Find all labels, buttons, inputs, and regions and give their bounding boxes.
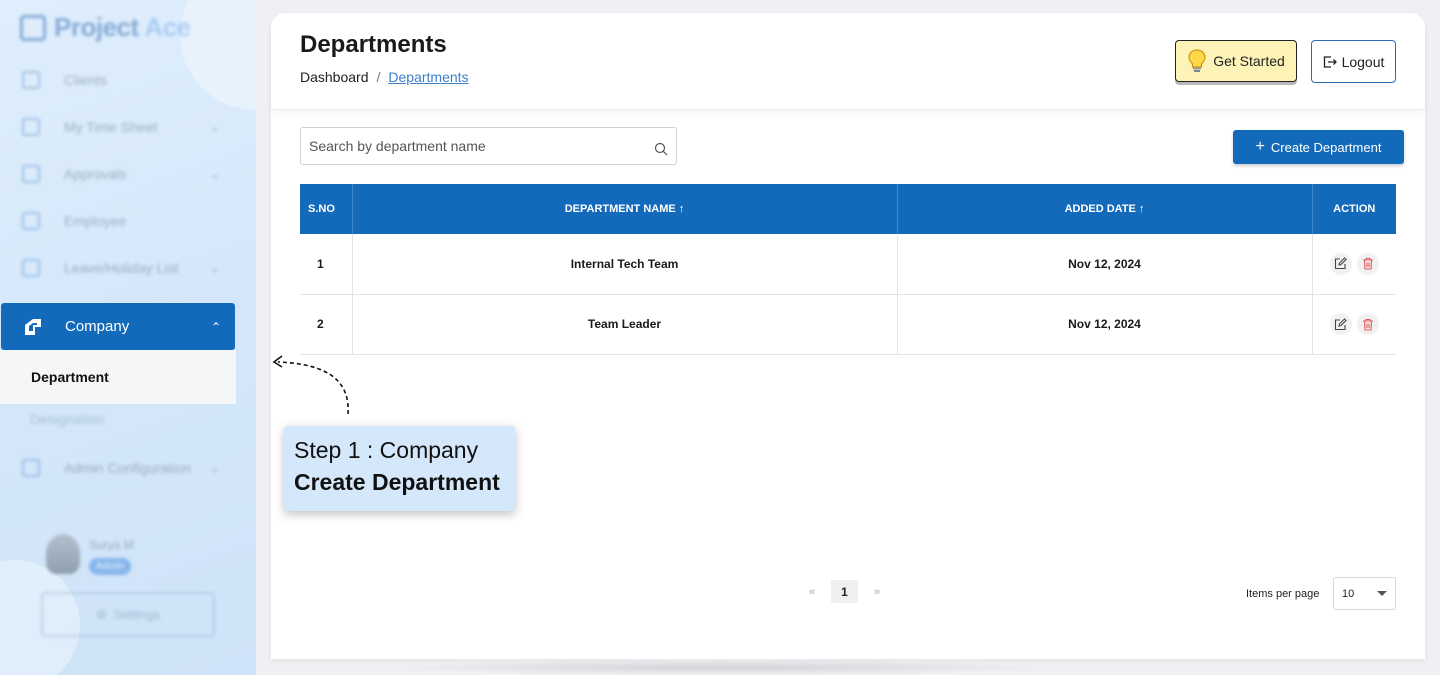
user-role-badge: Admin (89, 558, 132, 575)
cell-sno: 2 (300, 294, 353, 355)
footer-shadow (380, 660, 1060, 675)
clients-icon (22, 71, 40, 89)
page-header: Departments Dashboard / Departments Get … (271, 13, 1425, 110)
chevron-down-icon: ⌄ (209, 461, 221, 475)
create-department-label: Create Department (1270, 139, 1382, 155)
pagination-next[interactable]: » (870, 586, 884, 598)
cell-added-date: Nov 12, 2024 (897, 294, 1313, 355)
breadcrumb: Dashboard / Departments (300, 69, 469, 85)
sidebar-item-label: Company (65, 318, 130, 335)
column-header-added-date[interactable]: ADDED DATE ↑ (897, 184, 1313, 234)
tour-arrow-icon (272, 355, 349, 415)
chevron-up-icon: ⌃ (210, 319, 221, 334)
sidebar-subitem-department[interactable]: Department (0, 350, 236, 404)
tour-step-label: Step 1 : Company (294, 437, 479, 463)
sidebar-item-my-time-sheet[interactable]: My Time Sheet ⌄ (22, 115, 222, 139)
timesheet-icon (22, 118, 40, 136)
get-started-button[interactable]: Get Started (1175, 40, 1297, 82)
chevron-down-icon: ⌄ (209, 261, 221, 275)
app-logo[interactable]: Project Ace (20, 12, 191, 43)
pagination-prev[interactable]: « (805, 586, 819, 598)
sidebar-item-clients[interactable]: Clients (22, 68, 222, 92)
edit-button[interactable] (1329, 313, 1352, 335)
main-panel: Departments Dashboard / Departments Get … (271, 13, 1425, 659)
sidebar-item-label: Admin Configuration (64, 460, 191, 476)
leave-icon (22, 259, 40, 277)
edit-icon (1335, 257, 1348, 270)
edit-icon (1335, 317, 1348, 330)
sidebar-item-label: Approvals (64, 166, 127, 182)
sidebar-subitem-designation[interactable]: Designation (30, 411, 104, 427)
user-name: Surya M (89, 538, 134, 552)
pagination: « 1 » (805, 580, 884, 603)
cell-sno: 1 (300, 234, 353, 295)
search-icon[interactable] (654, 142, 668, 156)
logout-icon (1323, 55, 1337, 68)
sidebar-item-label: Employee (64, 213, 127, 229)
user-profile[interactable]: Surya M Admin (44, 532, 224, 584)
items-per-page-value: 10 (1342, 587, 1355, 600)
logo-text: Project Ace (54, 12, 191, 42)
admin-config-icon (22, 459, 40, 477)
search-input[interactable] (309, 138, 654, 154)
logout-button[interactable]: Logout (1311, 40, 1396, 83)
avatar (46, 534, 80, 574)
sidebar-item-label: My Time Sheet (64, 119, 158, 135)
sidebar-item-leave-holiday-list[interactable]: Leave/Holiday List ⌄ (22, 256, 222, 280)
column-header-department-name[interactable]: DEPARTMENT NAME ↑ (352, 184, 898, 234)
breadcrumb-separator: / (376, 69, 381, 85)
pagination-page-current[interactable]: 1 (831, 580, 858, 603)
tour-tooltip[interactable]: Step 1 : Company Create Department (284, 426, 515, 511)
sidebar-item-label: Leave/Holiday List (64, 260, 179, 276)
lightbulb-icon (1188, 49, 1206, 72)
get-started-label: Get Started (1213, 53, 1285, 69)
company-icon (25, 318, 41, 335)
plus-icon: + (1255, 138, 1265, 155)
tour-step-title: Create Department (294, 469, 500, 495)
logout-label: Logout (1341, 53, 1385, 70)
sidebar-subitem-label: Department (31, 369, 109, 385)
sidebar-item-company[interactable]: Company ⌃ (1, 303, 235, 350)
search-box (300, 127, 677, 165)
table-header-row: S.NO DEPARTMENT NAME ↑ ADDED DATE ↑ ACTI… (300, 184, 1396, 234)
cell-department-name: Team Leader (352, 294, 898, 355)
table-row: 2 Team Leader Nov 12, 2024 (300, 294, 1396, 355)
calendar-icon (22, 165, 40, 183)
delete-button[interactable] (1356, 313, 1379, 335)
sidebar: Project Ace Clients My Time Sheet ⌄ Appr… (0, 0, 256, 675)
sidebar-item-approvals[interactable]: Approvals ⌄ (22, 162, 222, 186)
sidebar-item-employee[interactable]: Employee (22, 209, 222, 233)
logo-mark-icon (20, 14, 46, 41)
table-row: 1 Internal Tech Team Nov 12, 2024 (300, 234, 1396, 295)
breadcrumb-departments[interactable]: Departments (388, 69, 468, 85)
chevron-down-icon: ⌄ (209, 120, 221, 134)
employee-icon (22, 212, 40, 230)
delete-button[interactable] (1356, 252, 1379, 275)
create-department-button[interactable]: + Create Department (1233, 130, 1404, 164)
settings-button[interactable]: ⚙ Settings (41, 592, 215, 637)
breadcrumb-dashboard[interactable]: Dashboard (300, 69, 369, 85)
edit-button[interactable] (1329, 252, 1352, 275)
page-title: Departments (300, 31, 447, 58)
column-header-action: ACTION (1312, 184, 1396, 234)
items-per-page-select[interactable]: 10 (1333, 577, 1396, 610)
settings-label: Settings (113, 607, 161, 622)
cell-actions (1312, 294, 1396, 355)
cell-added-date: Nov 12, 2024 (897, 234, 1313, 295)
cell-actions (1312, 234, 1396, 295)
gear-icon: ⚙ (95, 606, 108, 622)
items-per-page-label: Items per page (1246, 588, 1320, 600)
column-header-sno: S.NO (300, 184, 353, 234)
sidebar-item-label: Clients (64, 72, 107, 88)
sidebar-item-admin-configuration[interactable]: Admin Configuration ⌄ (22, 456, 222, 480)
trash-icon (1362, 258, 1373, 270)
cell-department-name: Internal Tech Team (352, 234, 898, 295)
trash-icon (1362, 318, 1373, 331)
background-decoration (180, 0, 256, 110)
dropdown-arrow-icon (1377, 591, 1387, 596)
chevron-down-icon: ⌄ (209, 167, 221, 181)
departments-table: S.NO DEPARTMENT NAME ↑ ADDED DATE ↑ ACTI… (300, 184, 1396, 355)
